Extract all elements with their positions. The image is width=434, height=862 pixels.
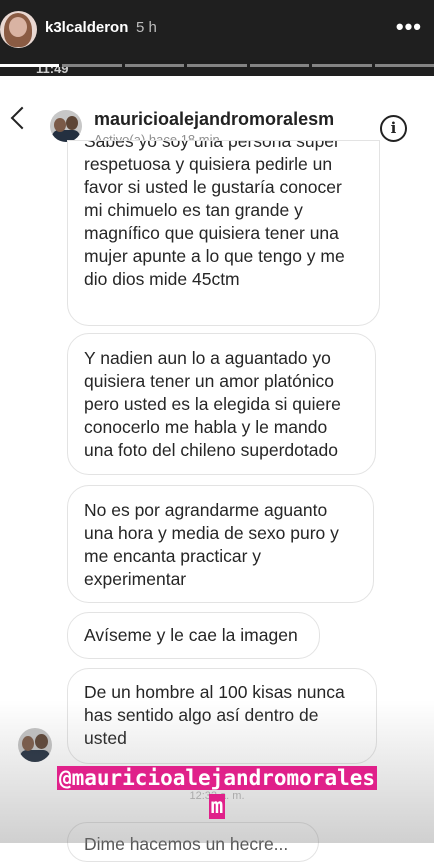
inner-status-bar: 11:49 <box>0 67 434 76</box>
inner-status-time: 11:49 <box>36 67 69 76</box>
info-icon[interactable]: i <box>380 115 407 142</box>
story-username[interactable]: k3lcalderon <box>45 19 128 36</box>
mention-line-2: m <box>208 794 226 819</box>
mention-line-1: @mauricioalejandromorales <box>56 766 378 790</box>
message-bubble: Y nadien aun lo a aguantado yo quisiera … <box>67 333 376 475</box>
message-bubble: No es por agrandarme aguanto una hora y … <box>67 485 374 603</box>
story-time: 5 h <box>136 19 157 36</box>
dm-username[interactable]: mauricioalejandromoralesm <box>94 109 334 130</box>
dm-avatar[interactable] <box>50 110 82 142</box>
mention-sticker[interactable]: @mauricioalejandromorales m <box>0 766 434 819</box>
message-bubble: Sabes yo soy una persona super respetuos… <box>67 140 380 326</box>
story-header: k3lcalderon 5 h ••• <box>0 0 434 76</box>
story-avatar[interactable] <box>0 11 37 48</box>
more-options-icon[interactable]: ••• <box>396 14 422 40</box>
message-bubble: Avíseme y le cae la imagen <box>67 612 320 659</box>
back-arrow-icon[interactable] <box>10 106 34 130</box>
